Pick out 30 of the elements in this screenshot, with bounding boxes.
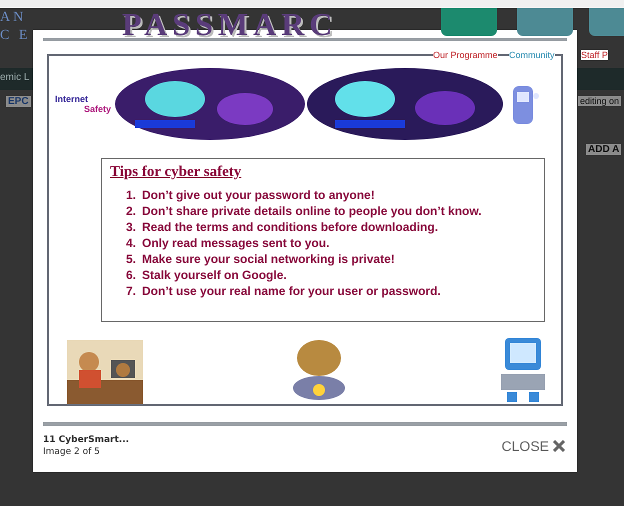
close-button[interactable]: CLOSE [502,438,565,454]
tip-item: Make sure your social networking is private! [142,251,395,267]
tips-title: Tips for cyber safety [110,164,242,181]
tip-item: Don’t give out your password to anyone! [142,187,375,203]
tip-number: 1. [126,187,136,203]
close-icon [553,440,565,452]
tip-item: Only read messages sent to you. [142,235,330,251]
caption-title: 11 CyberSmart... [43,434,130,446]
tip-number: 7. [126,283,136,299]
tip-number: 4. [126,235,136,251]
tip-number: 5. [126,251,136,267]
nav-icon[interactable] [441,8,497,36]
nav-icon[interactable] [517,8,573,36]
tip-item: Don’t share private details online to people you don’t know. [142,203,482,219]
badge-text: Internet Safety [55,94,111,114]
tab-label: EPC [6,96,31,107]
tip-item: Don’t use your real name for your user or password. [142,283,441,299]
tip-item: Read the terms and conditions before downloading. [142,219,438,235]
tip-number: 3. [126,219,136,235]
header-text: C E [0,28,30,44]
tip-number: 6. [126,267,136,283]
nav-link[interactable]: Community [509,50,555,60]
nav-link[interactable]: Staff P [581,50,608,60]
nav-link[interactable]: Our Programme [433,50,498,60]
section-heading: ADD A [586,144,622,155]
status-text: editing on [578,96,622,106]
tip-item: Stalk yourself on Google. [142,267,287,283]
caption-subtitle: Image 2 of 5 [43,446,101,458]
header-text: AN [0,10,26,26]
tip-number: 2. [126,203,136,219]
